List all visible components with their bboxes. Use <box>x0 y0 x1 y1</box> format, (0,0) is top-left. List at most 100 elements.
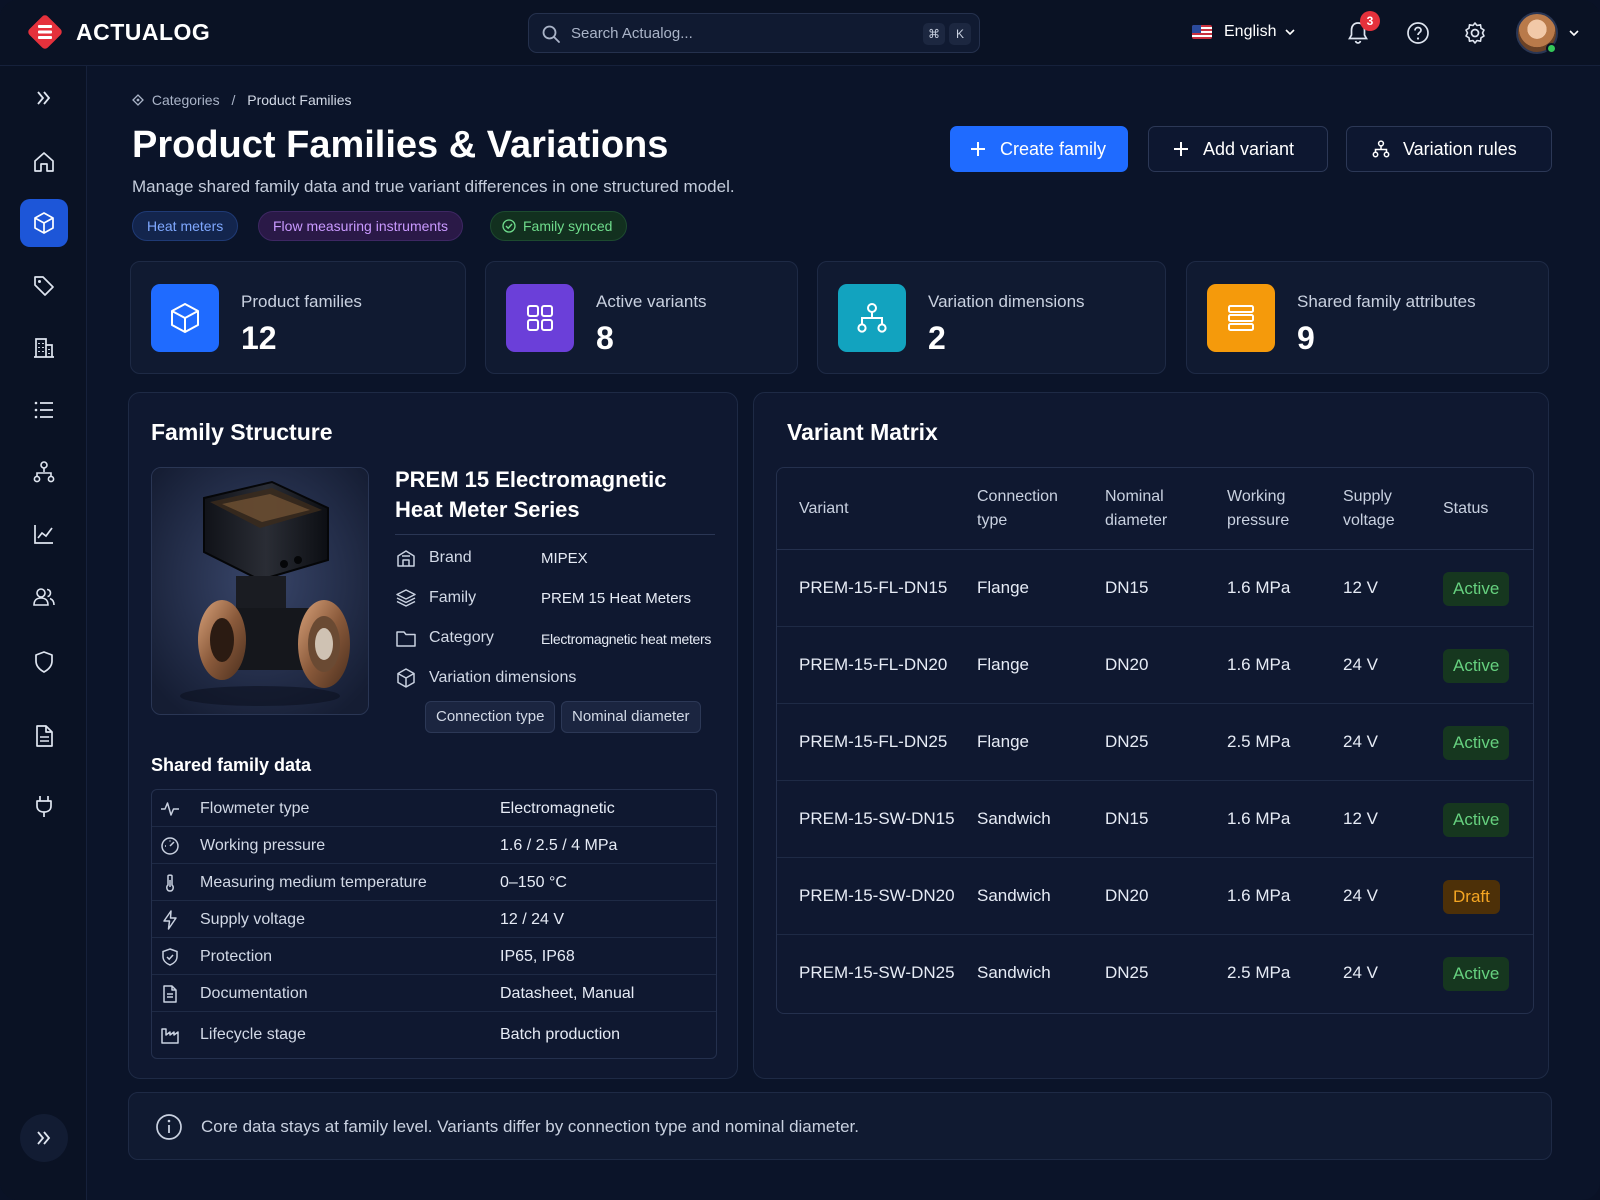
shared-label: Flowmeter type <box>200 800 310 817</box>
cell-working-pressure: 1.6 MPa <box>1227 655 1291 674</box>
product-image[interactable] <box>151 467 369 715</box>
us-flag-icon[interactable] <box>1192 25 1212 39</box>
add-variant-button[interactable]: Add variant <box>1148 126 1328 172</box>
cell-working-pressure: 2.5 MPa <box>1227 732 1291 751</box>
chevrons-right-icon <box>37 1131 51 1145</box>
stat-card-product-families[interactable]: Product families 12 <box>130 261 466 374</box>
chip-heat-meters[interactable]: Heat meters <box>132 211 239 241</box>
sidebar-item-lists[interactable] <box>20 386 68 434</box>
sidebar-item-documents[interactable] <box>20 712 68 760</box>
stat-tile <box>151 284 219 352</box>
breadcrumb-categories[interactable]: Categories <box>152 92 220 108</box>
sidebar-item-analytics[interactable] <box>20 510 68 558</box>
shared-row-working-pressure: Working pressure 1.6 / 2.5 / 4 MPa <box>152 827 716 864</box>
folder-icon <box>396 631 416 647</box>
search-icon <box>542 25 560 43</box>
sidebar-item-products[interactable] <box>20 199 68 247</box>
chevrons-right-icon <box>37 91 51 105</box>
stat-card-active-variants[interactable]: Active variants 8 <box>485 261 798 374</box>
variant-matrix-title: Variant Matrix <box>787 419 938 445</box>
header-variant[interactable]: Variant <box>799 497 849 521</box>
breadcrumb-product-families: Product Families <box>247 92 352 108</box>
cell-working-pressure: 1.6 MPa <box>1227 809 1291 828</box>
cell-working-pressure: 1.6 MPa <box>1227 886 1291 905</box>
prop-label-variation-dimensions: Variation dimensions <box>429 669 577 686</box>
stat-tile <box>506 284 574 352</box>
sidebar-item-security[interactable] <box>20 638 68 686</box>
prop-value-brand: MIPEX <box>541 550 588 567</box>
document-icon <box>36 725 53 747</box>
cell-supply-voltage: 24 V <box>1343 886 1378 905</box>
sidebar-item-integrations[interactable] <box>20 782 68 830</box>
cell-working-pressure: 1.6 MPa <box>1227 578 1291 597</box>
stat-card-variation-dimensions[interactable]: Variation dimensions 2 <box>817 261 1166 374</box>
tag-icon <box>132 94 144 106</box>
gear-icon[interactable] <box>1462 20 1488 46</box>
stat-tile <box>838 284 906 352</box>
sidebar-item-tags[interactable] <box>20 262 68 310</box>
variant-matrix-table: Variant Connection type Nominal diameter… <box>776 467 1534 1014</box>
stat-value: 12 <box>241 320 277 356</box>
sidebar-collapse-button[interactable] <box>20 1114 68 1162</box>
check-circle-icon <box>502 219 516 233</box>
cell-supply-voltage: 24 V <box>1343 963 1378 982</box>
shared-label: Supply voltage <box>200 911 305 928</box>
cell-variant: PREM-15-FL-DN15 <box>799 578 948 597</box>
sidebar-item-home[interactable] <box>20 138 68 186</box>
stat-label: Product families <box>241 292 362 311</box>
chip-flow-measuring-instruments[interactable]: Flow measuring instruments <box>258 211 464 241</box>
chevron-down-icon[interactable] <box>1568 27 1580 39</box>
breadcrumb: Categories / Product Families <box>132 92 352 108</box>
table-row[interactable]: PREM-15-FL-DN25 Flange DN25 2.5 MPa 24 V Acti… <box>777 704 1533 781</box>
shared-row-documentation: Documentation Datasheet, Manual <box>152 975 716 1012</box>
table-row[interactable]: PREM-15-SW-DN15 Sandwich DN15 1.6 MPa 12 V Ac… <box>777 781 1533 858</box>
gauge-icon <box>161 837 179 855</box>
create-family-button[interactable]: Create family <box>950 126 1128 172</box>
cell-connection-type: Sandwich <box>977 963 1051 982</box>
family-structure-panel: Family Structure PREM 15 Electromagnetic… <box>128 392 738 1079</box>
prop-value-family: PREM 15 Heat Meters <box>541 590 692 607</box>
header-status[interactable]: Status <box>1443 497 1488 521</box>
lightning-icon <box>163 910 177 930</box>
sidebar-item-hierarchy[interactable] <box>20 448 68 496</box>
search-input[interactable]: Search Actualog... ⌘ K <box>528 13 980 53</box>
cell-nominal-diameter: DN25 <box>1105 732 1149 751</box>
shared-value: 1.6 / 2.5 / 4 MPa <box>500 837 618 854</box>
search-placeholder: Search Actualog... <box>571 25 693 42</box>
language-selector[interactable]: English <box>1224 23 1276 41</box>
shared-label: Documentation <box>200 985 308 1002</box>
sidebar-expand-button[interactable] <box>20 74 68 122</box>
status-badge: Active <box>1443 572 1510 606</box>
document-icon <box>163 985 177 1003</box>
prop-label-brand: Brand <box>429 549 472 566</box>
prop-value-category: Electromagnetic heat meters <box>541 631 712 647</box>
hierarchy-icon <box>1372 140 1390 158</box>
table-row[interactable]: PREM-15-FL-DN15 Flange DN15 1.6 MPa 12 V Acti… <box>777 550 1533 627</box>
dimension-chip-connection-type[interactable]: Connection type <box>425 701 556 733</box>
logo-icon[interactable] <box>26 13 64 51</box>
sidebar-item-users[interactable] <box>20 573 68 621</box>
header-nominal-diameter[interactable]: Nominal diameter <box>1105 485 1185 533</box>
table-row[interactable]: PREM-15-SW-DN20 Sandwich DN20 1.6 MPa 24 V Dr… <box>777 858 1533 935</box>
chevron-down-icon[interactable] <box>1284 26 1296 38</box>
chart-line-icon <box>34 525 53 544</box>
table-row[interactable]: PREM-15-SW-DN25 Sandwich DN25 2.5 MPa 24 V Ac… <box>777 935 1533 1012</box>
header-connection-type[interactable]: Connection type <box>977 485 1077 533</box>
help-icon[interactable] <box>1405 20 1431 46</box>
dimension-chip-nominal-diameter[interactable]: Nominal diameter <box>561 701 701 733</box>
cell-supply-voltage: 12 V <box>1343 809 1378 828</box>
header-supply-voltage[interactable]: Supply voltage <box>1343 485 1413 533</box>
info-banner: Core data stays at family level. Variant… <box>128 1092 1552 1160</box>
cell-variant: PREM-15-SW-DN20 <box>799 886 955 905</box>
status-badge: Active <box>1443 649 1510 683</box>
variation-rules-button[interactable]: Variation rules <box>1346 126 1552 172</box>
info-icon <box>156 1114 182 1140</box>
stat-card-shared-family-attributes[interactable]: Shared family attributes 9 <box>1186 261 1549 374</box>
hierarchy-icon <box>857 303 887 333</box>
cell-working-pressure: 2.5 MPa <box>1227 963 1291 982</box>
thermometer-icon <box>166 874 174 892</box>
cube-icon <box>397 668 415 688</box>
sidebar-item-companies[interactable] <box>20 324 68 372</box>
table-row[interactable]: PREM-15-FL-DN20 Flange DN20 1.6 MPa 24 V Acti… <box>777 627 1533 704</box>
header-working-pressure[interactable]: Working pressure <box>1227 485 1307 533</box>
